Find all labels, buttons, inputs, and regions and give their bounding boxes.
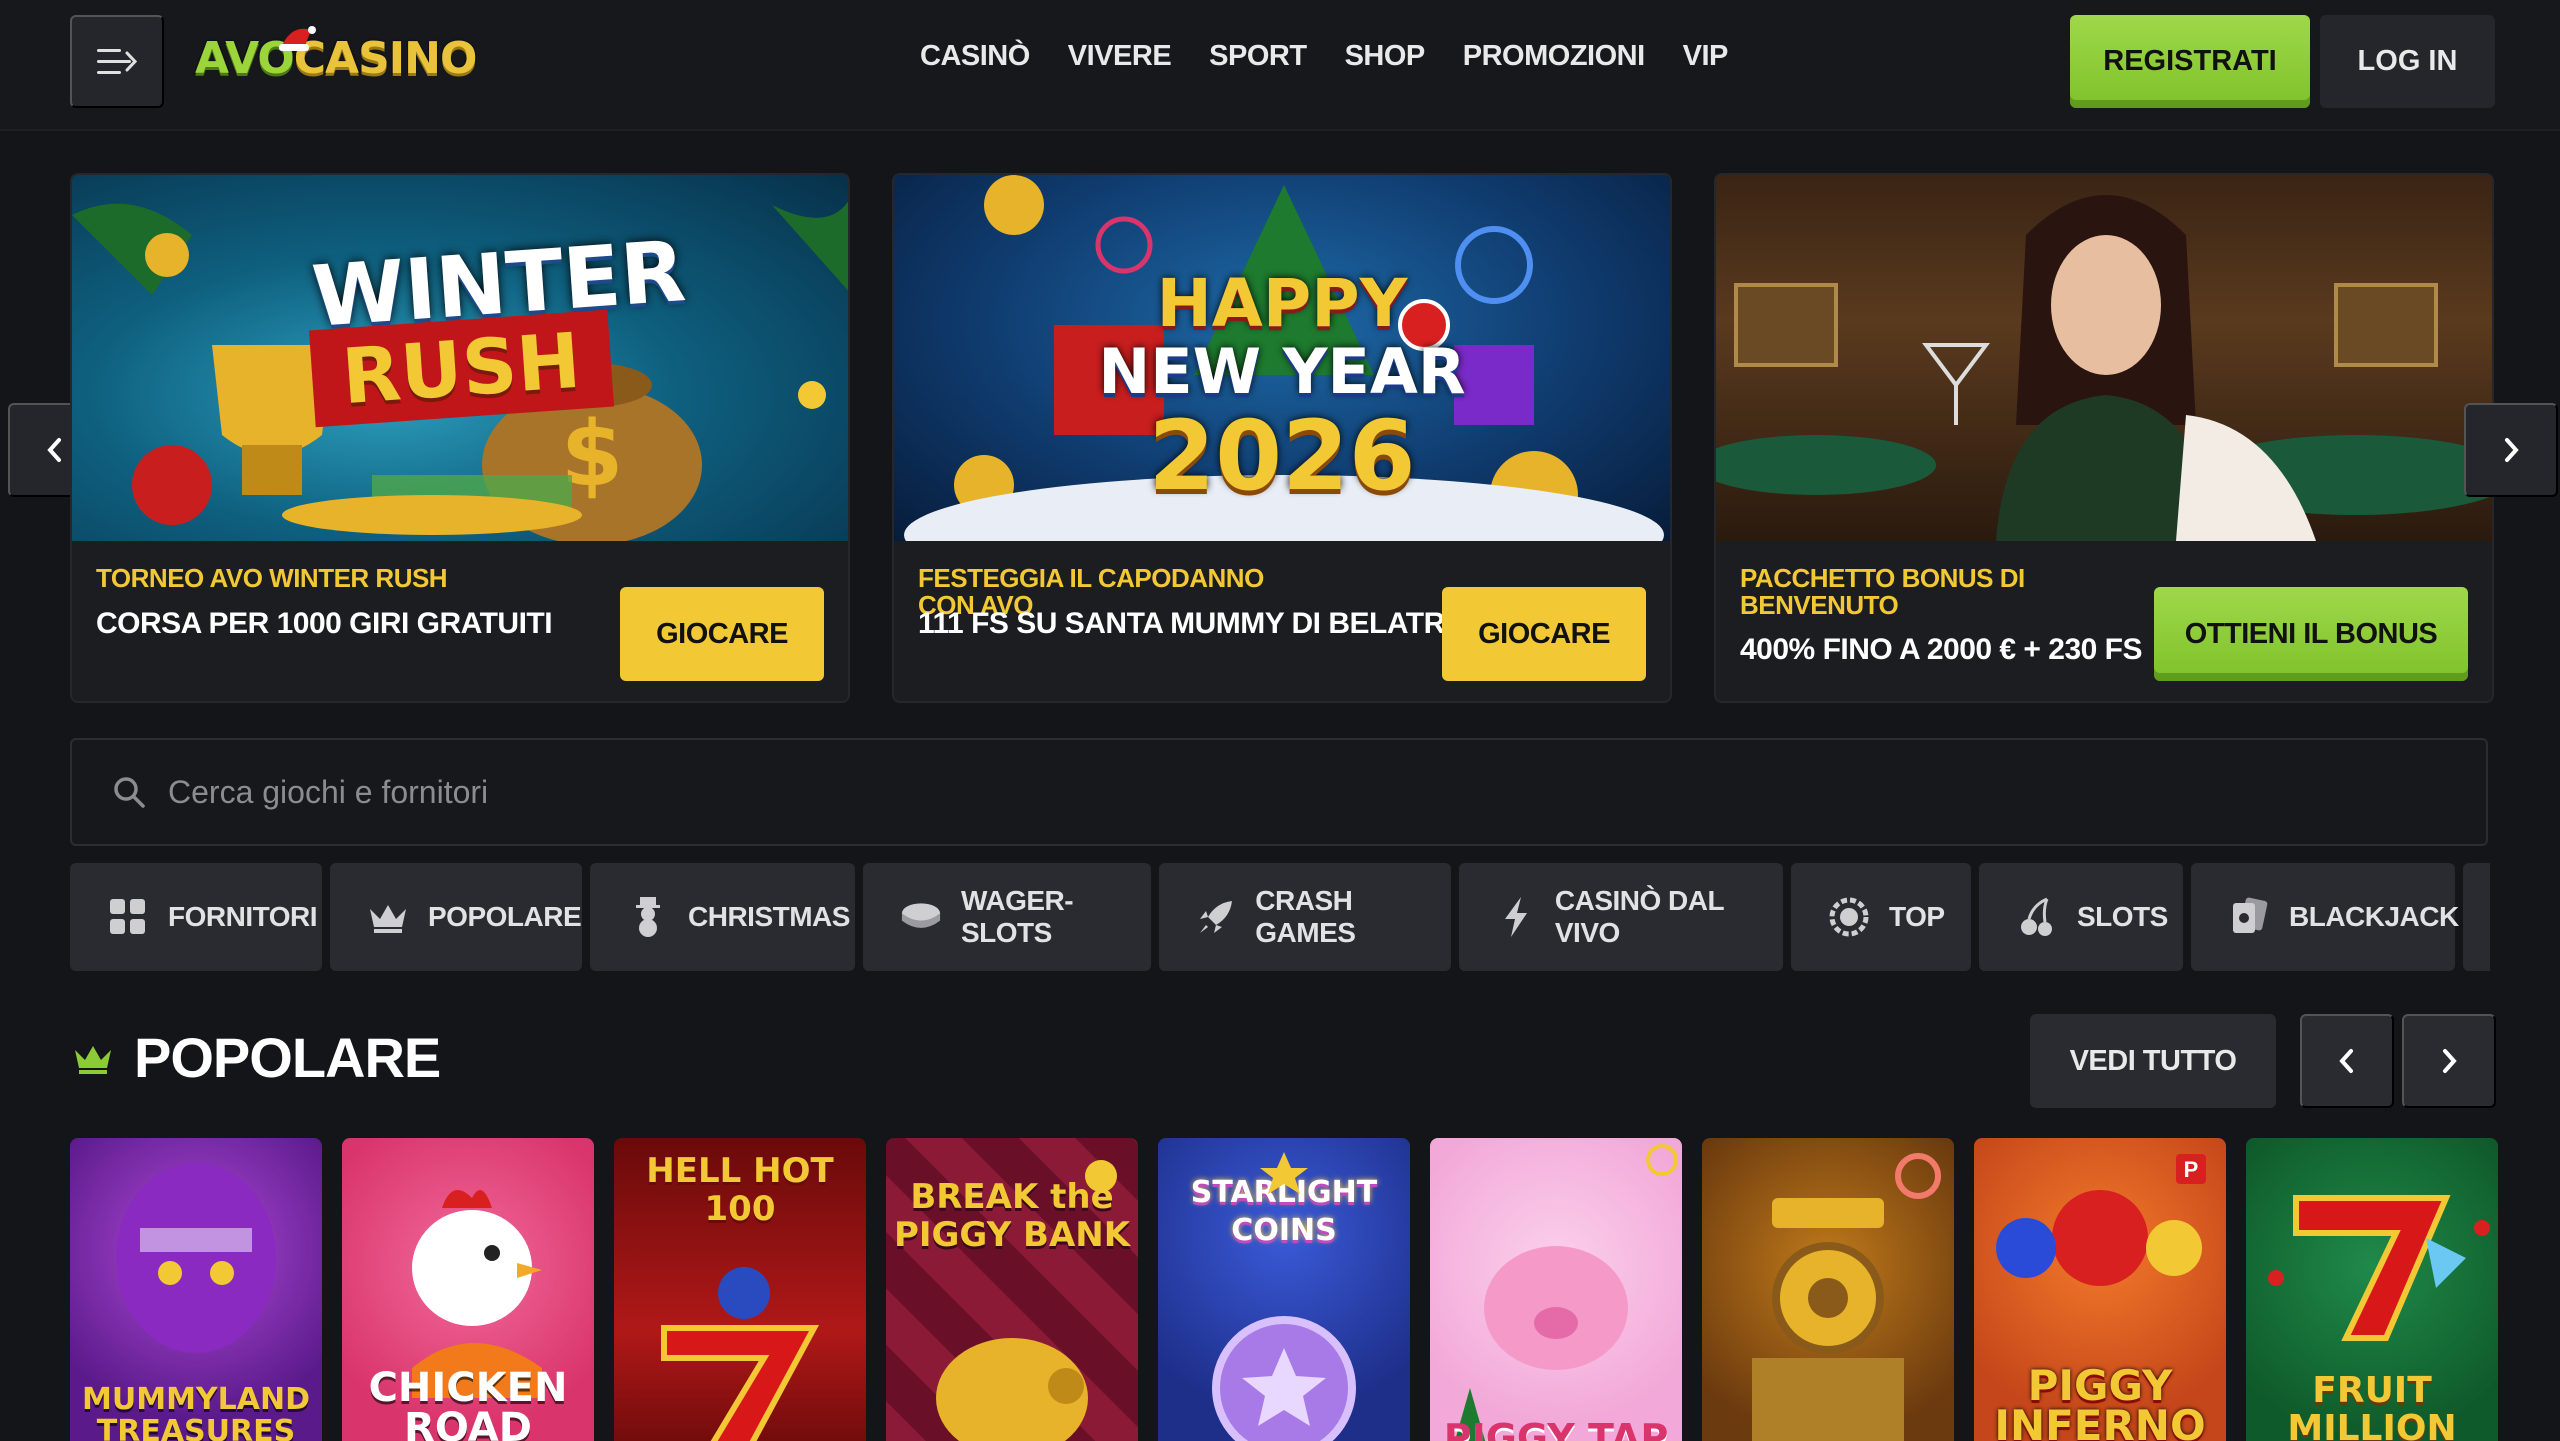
category-tab-crash-games[interactable]: CRASH GAMES bbox=[1159, 863, 1451, 971]
chevron-right-icon bbox=[2443, 1049, 2457, 1073]
santa-hat-icon bbox=[279, 26, 316, 51]
category-label: WAGER-SLOTS bbox=[961, 885, 1074, 948]
promo-banner-year: 2026 bbox=[1148, 400, 1416, 512]
register-button[interactable]: REGISTRATI bbox=[2070, 15, 2310, 108]
menu-icon bbox=[97, 48, 137, 74]
crown-icon bbox=[75, 1045, 111, 1074]
crown-icon bbox=[368, 897, 408, 937]
category-label: CHRISTMAS bbox=[688, 901, 850, 932]
play-button[interactable]: GIOCARE bbox=[1442, 587, 1646, 681]
category-tab-live-casino[interactable]: CASINÒ DAL VIVO bbox=[1459, 863, 1783, 971]
section-title: POPOLARE bbox=[134, 1026, 441, 1089]
game-tile[interactable]: HELL HOT 100 bbox=[614, 1138, 866, 1441]
category-tab-slots[interactable]: SLOTS bbox=[1979, 863, 2183, 971]
chevron-left-icon bbox=[47, 438, 61, 462]
login-button[interactable]: LOG IN bbox=[2320, 15, 2495, 108]
promo-card-new-year[interactable]: HAPPY NEW YEAR 2026 FESTEGGIA IL CAPODAN… bbox=[892, 173, 1672, 703]
seven-icon bbox=[661, 1267, 820, 1441]
game-tile[interactable]: PIGGY TAP bbox=[1430, 1138, 1682, 1441]
game-search bbox=[70, 738, 2488, 846]
game-title: MUMMYLAND TREASURES bbox=[82, 1382, 310, 1441]
game-tile[interactable]: P PIGGY INFERNO bbox=[1974, 1138, 2226, 1441]
category-tab-wager-slots[interactable]: WAGER-SLOTS bbox=[863, 863, 1151, 971]
promo-banner-subtitle: RUSH bbox=[308, 309, 614, 428]
nav-live[interactable]: VIVERE bbox=[1068, 40, 1172, 84]
top-header: AVOCASINO CASINÒ VIVERE SPORT SHOP PROMO… bbox=[0, 0, 2560, 131]
logo-text: AVOCASINO bbox=[195, 32, 477, 84]
category-label: SLOTS bbox=[2077, 901, 2168, 932]
category-tab-christmas[interactable]: CHRISTMAS bbox=[590, 863, 855, 971]
chip-icon bbox=[901, 897, 941, 937]
category-label: POPOLARE bbox=[428, 901, 582, 932]
rocket-icon bbox=[1197, 897, 1235, 937]
promo-banner-subtitle: NEW YEAR bbox=[1098, 335, 1466, 408]
nav-sport[interactable]: SPORT bbox=[1209, 40, 1307, 84]
game-title: PIGGY TAP bbox=[1443, 1416, 1669, 1441]
nav-casino[interactable]: CASINÒ bbox=[920, 40, 1030, 84]
category-tab-top[interactable]: TOP bbox=[1791, 863, 1971, 971]
category-label: BLACKJACK bbox=[2289, 901, 2459, 932]
nav-vip[interactable]: VIP bbox=[1683, 40, 1729, 84]
game-tile[interactable] bbox=[1702, 1138, 1954, 1441]
get-bonus-button[interactable]: OTTIENI IL BONUS bbox=[2154, 587, 2468, 681]
promo-banner-title: HAPPY bbox=[1156, 265, 1408, 342]
promo-subtitle: 111 FS SU SANTA MUMMY DI BELATRA bbox=[918, 607, 1466, 640]
section-header-popular: POPOLARE bbox=[72, 1025, 441, 1090]
chevron-left-icon bbox=[2339, 1049, 2353, 1073]
chevron-right-icon bbox=[2505, 438, 2519, 462]
cards-icon bbox=[2229, 897, 2269, 937]
view-all-button[interactable]: VEDI TUTTO bbox=[2030, 1014, 2276, 1108]
sidebar-toggle-button[interactable] bbox=[70, 15, 164, 108]
grid-icon bbox=[108, 897, 148, 937]
category-tab-blackjack[interactable]: BLACKJACK bbox=[2191, 863, 2459, 971]
search-icon bbox=[114, 777, 145, 808]
category-tab-popular[interactable]: POPOLARE bbox=[330, 863, 582, 971]
game-tile[interactable]: CHICKEN ROAD bbox=[342, 1138, 594, 1441]
category-tab-overflow[interactable] bbox=[2463, 863, 2490, 971]
game-title: FRUIT MILLION bbox=[2287, 1370, 2457, 1441]
promo-banner-new-year: HAPPY NEW YEAR 2026 bbox=[894, 175, 1670, 541]
promo-title: TORNEO AVO WINTER RUSH bbox=[96, 563, 448, 593]
promo-title: PACCHETTO BONUS DI BENVENUTO bbox=[1740, 563, 2025, 620]
svg-text:P: P bbox=[2184, 1157, 2199, 1182]
category-label: FORNITORI bbox=[168, 901, 317, 932]
promo-banner-welcome-bonus bbox=[1716, 175, 2492, 541]
cherry-icon bbox=[2017, 897, 2057, 937]
game-tile[interactable]: BREAK the PIGGY BANK bbox=[886, 1138, 1138, 1441]
game-tile[interactable]: STARLIGHT COINS bbox=[1158, 1138, 1410, 1441]
search-input[interactable] bbox=[168, 773, 2368, 811]
game-title: PIGGY INFERNO bbox=[1994, 1361, 2206, 1441]
promo-card-winter-rush[interactable]: $ WINTER RUSH TORNEO AVO WINTER RUSH COR… bbox=[70, 173, 850, 703]
category-tab-providers[interactable]: FORNITORI bbox=[70, 863, 322, 971]
carousel-next-button[interactable] bbox=[2464, 403, 2558, 497]
play-button[interactable]: GIOCARE bbox=[620, 587, 824, 681]
category-tabs: FORNITORI POPOLARE CHRISTMAS WAGER-SLOTS… bbox=[70, 863, 2490, 973]
main-nav: CASINÒ VIVERE SPORT SHOP PROMOZIONI VIP bbox=[920, 40, 1728, 84]
nav-promotions[interactable]: PROMOZIONI bbox=[1463, 40, 1645, 84]
category-label: CRASH GAMES bbox=[1255, 885, 1356, 948]
promo-subtitle: 400% FINO A 2000 € + 230 FS bbox=[1740, 633, 2143, 666]
train-icon bbox=[1752, 1153, 1941, 1441]
promo-card-welcome-bonus[interactable]: PACCHETTO BONUS DI BENVENUTO 400% FINO A… bbox=[1714, 173, 2494, 703]
lightning-icon bbox=[1497, 897, 1535, 937]
brand-logo[interactable]: AVOCASINO bbox=[195, 22, 495, 94]
category-label: CASINÒ DAL VIVO bbox=[1554, 885, 1724, 948]
snowman-icon bbox=[628, 897, 668, 937]
promo-banner-winter-rush: $ WINTER RUSH bbox=[72, 175, 848, 541]
game-tile[interactable]: MUMMYLAND TREASURES bbox=[70, 1138, 322, 1441]
game-title: CHICKEN ROAD bbox=[368, 1365, 568, 1441]
game-tile[interactable]: FRUIT MILLION bbox=[2246, 1138, 2498, 1441]
nav-shop[interactable]: SHOP bbox=[1345, 40, 1426, 84]
games-prev-button[interactable] bbox=[2300, 1014, 2394, 1108]
badge-icon bbox=[1829, 897, 1869, 937]
promo-subtitle: CORSA PER 1000 GIRI GRATUITI bbox=[96, 607, 553, 640]
games-next-button[interactable] bbox=[2402, 1014, 2496, 1108]
category-label: TOP bbox=[1889, 901, 1945, 932]
